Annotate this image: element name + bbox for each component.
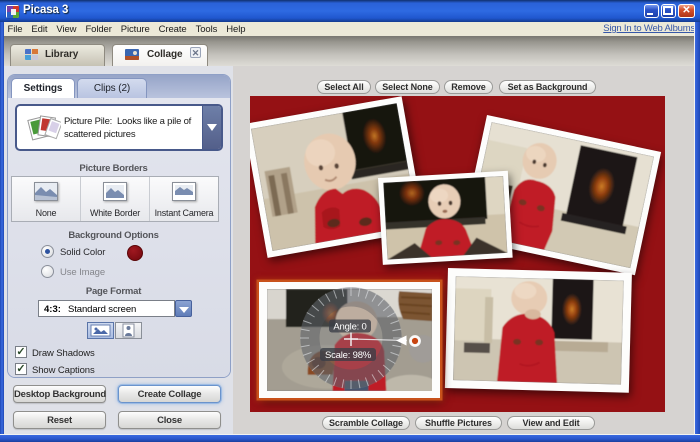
svg-text:Scale: 98%: Scale: 98% [325, 350, 372, 361]
svg-text:Angle: 0: Angle: 0 [333, 322, 366, 333]
